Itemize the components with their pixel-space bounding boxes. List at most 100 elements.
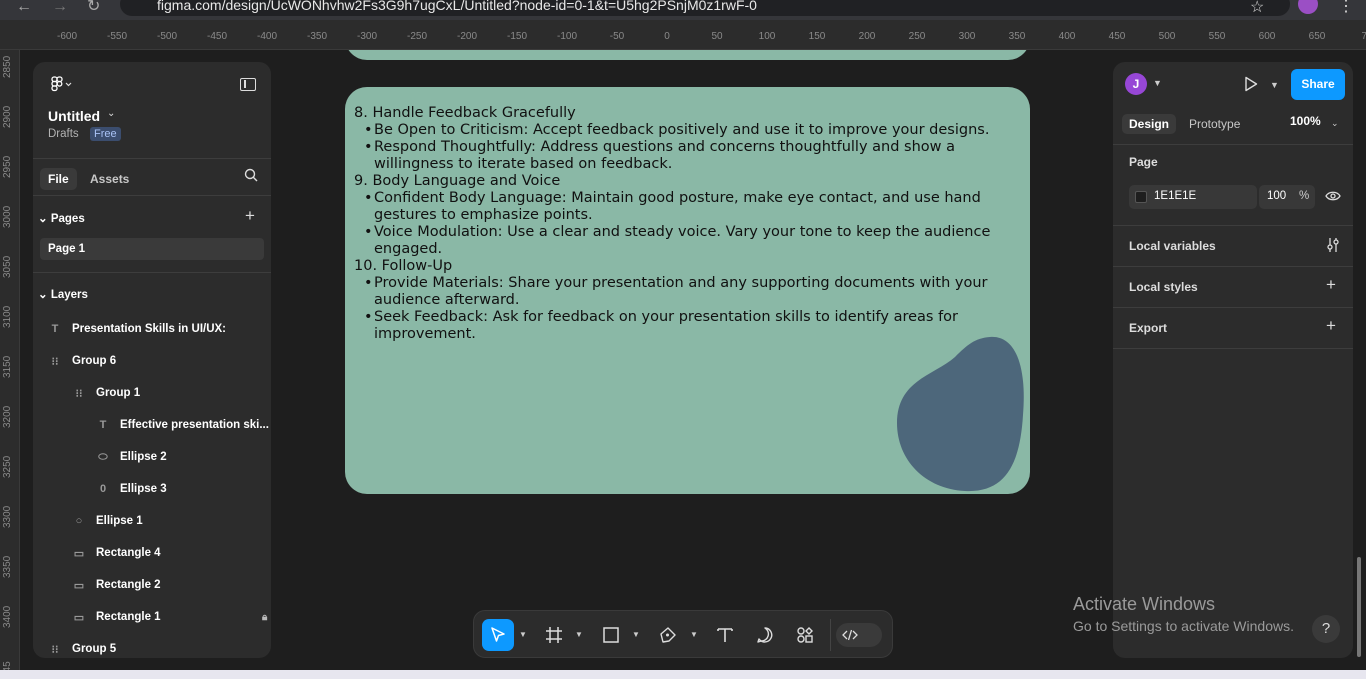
chevron-down-icon[interactable]: ▼ [575,630,583,639]
ruler-tick-label: 3350 [2,555,13,578]
present-play-icon[interactable] [1244,76,1258,97]
divider [1113,144,1353,145]
page-item[interactable]: Page 1 [40,238,264,260]
page-opacity-field[interactable]: 100 % [1259,185,1315,209]
local-styles-label[interactable]: Local styles [1129,280,1198,294]
comment-tool-icon[interactable] [749,619,781,651]
chevron-down-icon[interactable]: ▼ [1270,80,1279,90]
text-tool-icon[interactable] [709,619,741,651]
divider [1113,307,1353,308]
os-taskbar [0,670,1366,679]
heading-10: 10. Follow-Up [354,258,453,274]
blob-shape[interactable] [895,335,1027,495]
reload-icon[interactable]: ↻ [87,0,100,15]
chevron-down-icon[interactable]: ▼ [632,630,640,639]
add-export-icon[interactable]: + [1326,316,1336,336]
bullet-8b: • Respond Thoughtfully: Address questions… [364,139,955,172]
frame-tool-icon[interactable] [538,619,570,651]
variables-sliders-icon[interactable] [1326,237,1340,258]
heading-8: 8. Handle Feedback Gracefully [354,105,576,121]
bottom-toolbar: ▼ ▼ ▼ ▼ [473,610,893,658]
profile-avatar-icon[interactable] [1298,0,1318,14]
ruler-tick-label: 350 [1008,31,1026,42]
layer-item[interactable]: ○ Ellipse 1 [67,505,143,537]
zoom-level[interactable]: 100% [1290,114,1321,128]
layer-item[interactable]: ▭ Rectangle 2 [67,569,161,601]
tab-prototype[interactable]: Prototype [1182,114,1247,134]
lock-icon[interactable]: 🔒︎ [262,612,267,623]
eye-icon[interactable] [1325,189,1341,207]
forward-icon[interactable]: → [52,0,68,15]
tab-design[interactable]: Design [1122,114,1177,134]
frame-above[interactable] [345,50,1030,60]
ruler-tick-label: 3300 [2,505,13,528]
export-label[interactable]: Export [1129,321,1167,335]
pen-tool-icon[interactable] [652,619,684,651]
pages-header[interactable]: ⌄ Pages [38,211,85,225]
bookmark-star-icon[interactable]: ☆ [1250,0,1264,17]
bullet-8a: • Be Open to Criticism: Accept feedback p… [364,122,990,138]
avatar[interactable]: J [1125,73,1147,95]
chevron-down-icon[interactable]: ▼ [690,630,698,639]
layer-item[interactable]: T Effective presentation ski... [91,409,269,441]
rectangle-tool-icon[interactable] [595,619,627,651]
ruler-tick-label: -150 [506,31,528,42]
chevron-down-icon[interactable]: ▼ [519,630,527,639]
ruler-tick-label: 0 [664,31,670,42]
back-icon[interactable]: ← [16,0,32,15]
page-color-field[interactable]: 1E1E1E [1129,185,1257,209]
layer-item[interactable]: ⬭ Ellipse 2 [91,441,166,473]
layer-item[interactable]: ▭ Rectangle 4 [67,537,161,569]
divider [33,195,271,196]
layers-header[interactable]: ⌄ Layers [38,287,88,301]
help-button[interactable]: ? [1312,615,1340,643]
layer-item[interactable]: ⁝⁝ Group 5 [43,633,117,658]
slide-frame[interactable]: 8. Handle Feedback Gracefully • Be Open t… [345,87,1030,494]
ruler-tick-label: -50 [609,31,625,42]
ruler-tick-label: 550 [1208,31,1226,42]
layer-item[interactable]: ▭ Rectangle 1 🔒︎ [67,601,268,633]
divider [1113,225,1353,226]
color-swatch[interactable] [1135,191,1147,203]
sidebar-toggle-icon[interactable] [240,78,256,91]
add-style-icon[interactable]: + [1326,275,1336,295]
ruler-tick-label: 3100 [2,305,13,328]
chevron-down-icon[interactable]: ⌄ [1331,118,1339,129]
layer-item[interactable]: ⁝⁝ Group 1 [67,377,141,409]
page-item-label: Page 1 [48,243,86,255]
local-variables-label[interactable]: Local variables [1129,239,1216,253]
ruler-tick-label: -300 [356,31,378,42]
dev-mode-toggle[interactable] [836,623,882,647]
figma-menu-icon[interactable] [51,76,73,97]
url-text[interactable]: figma.com/design/UcWONhvhw2Fs3G9h7ugCxL/… [157,0,757,13]
ruler-tick-label: 3200 [2,405,13,428]
chevron-down-icon[interactable]: ▼ [1153,78,1162,88]
file-location[interactable]: Drafts [48,128,79,140]
resources-tool-icon[interactable] [789,619,821,651]
layer-item[interactable]: ⁝⁝ Group 6 [43,345,117,377]
browser-menu-icon[interactable]: ⋮ [1338,0,1354,16]
layer-item[interactable]: T Presentation Skills in UI/UX: [43,313,226,345]
ruler-tick-label: -450 [206,31,228,42]
layer-item[interactable]: 0 Ellipse 3 [91,473,167,505]
scrollbar[interactable] [1357,557,1361,657]
add-page-icon[interactable]: + [245,206,255,226]
ruler-tick-label: 2850 [2,55,13,78]
move-tool-icon[interactable] [482,619,514,651]
tab-file[interactable]: File [40,168,77,190]
bullet-10a: • Provide Materials: Share your presentat… [364,275,988,308]
tab-assets[interactable]: Assets [82,168,137,190]
opacity-value[interactable]: 100 [1267,190,1286,202]
file-title[interactable]: Untitled [48,108,100,124]
ruler-tick-label: 650 [1308,31,1326,42]
search-icon[interactable] [244,168,258,187]
presentation-text[interactable]: 8. Handle Feedback Gracefully • Be Open t… [354,105,1014,343]
ruler-tick-label: 400 [1058,31,1076,42]
page-color-value[interactable]: 1E1E1E [1154,190,1196,202]
chevron-down-icon[interactable]: ⌄ [107,108,115,119]
ruler-tick-label: 3150 [2,355,13,378]
share-button[interactable]: Share [1291,69,1345,100]
divider [33,272,271,273]
ruler-tick-label: 3000 [2,205,13,228]
heading-9: 9. Body Language and Voice [354,173,561,189]
